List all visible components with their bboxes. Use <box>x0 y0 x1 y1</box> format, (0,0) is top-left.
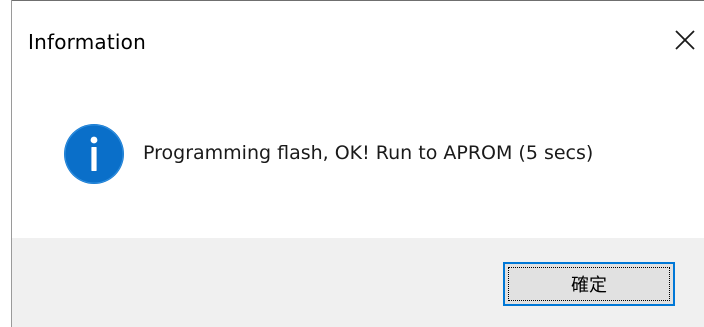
info-icon <box>63 123 125 185</box>
ok-button-label: 確定 <box>571 275 607 295</box>
close-button[interactable] <box>668 23 702 57</box>
button-area: 確定 <box>12 238 704 327</box>
ok-button[interactable]: 確定 <box>503 262 675 306</box>
close-icon <box>675 30 695 50</box>
dialog-content: Programming flash, OK! Run to APROM (5 s… <box>12 83 704 238</box>
dialog-title: Information <box>28 30 146 54</box>
message-dialog: Information Programming flash, OK! Run t… <box>0 0 704 327</box>
message-text: Programming flash, OK! Run to APROM (5 s… <box>143 142 594 164</box>
focus-rectangle: 確定 <box>508 267 670 301</box>
title-bar[interactable]: Information <box>12 1 704 83</box>
